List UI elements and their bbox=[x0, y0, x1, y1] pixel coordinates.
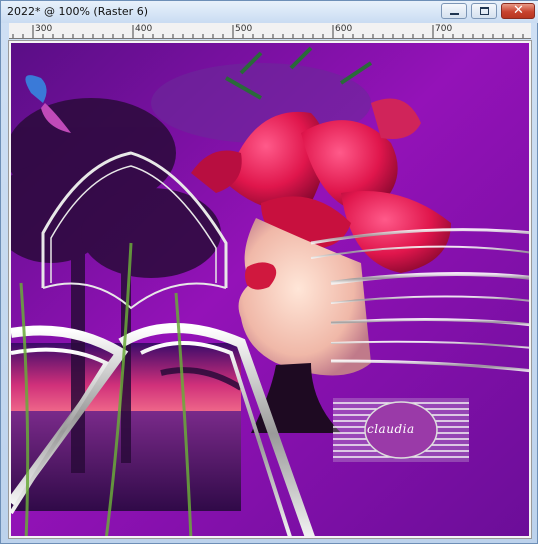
image-canvas[interactable]: claudia bbox=[8, 40, 532, 539]
maximize-button[interactable] bbox=[471, 3, 497, 19]
minimize-icon bbox=[450, 13, 459, 15]
image-window: 2022* @ 100% (Raster 6) ✕ 300 400 500 60… bbox=[0, 0, 538, 544]
ruler-label-600: 600 bbox=[335, 24, 353, 34]
ruler-label-500: 500 bbox=[235, 24, 253, 34]
ruler-label-700: 700 bbox=[435, 24, 453, 34]
ruler-label-400: 400 bbox=[135, 24, 153, 34]
title-bar[interactable]: 2022* @ 100% (Raster 6) ✕ bbox=[1, 1, 538, 23]
horizontal-ruler: 300 400 500 600 700 bbox=[9, 23, 531, 39]
close-icon: ✕ bbox=[513, 3, 524, 18]
minimize-button[interactable] bbox=[441, 3, 467, 19]
ruler-ticks bbox=[12, 25, 524, 38]
watermark-text: claudia bbox=[367, 422, 415, 436]
ruler-label-300: 300 bbox=[35, 24, 53, 34]
watermark: claudia bbox=[333, 398, 469, 462]
window-title: 2022* @ 100% (Raster 6) bbox=[7, 5, 148, 18]
maximize-icon bbox=[480, 7, 489, 15]
close-button[interactable]: ✕ bbox=[501, 3, 535, 19]
artwork bbox=[11, 43, 529, 536]
